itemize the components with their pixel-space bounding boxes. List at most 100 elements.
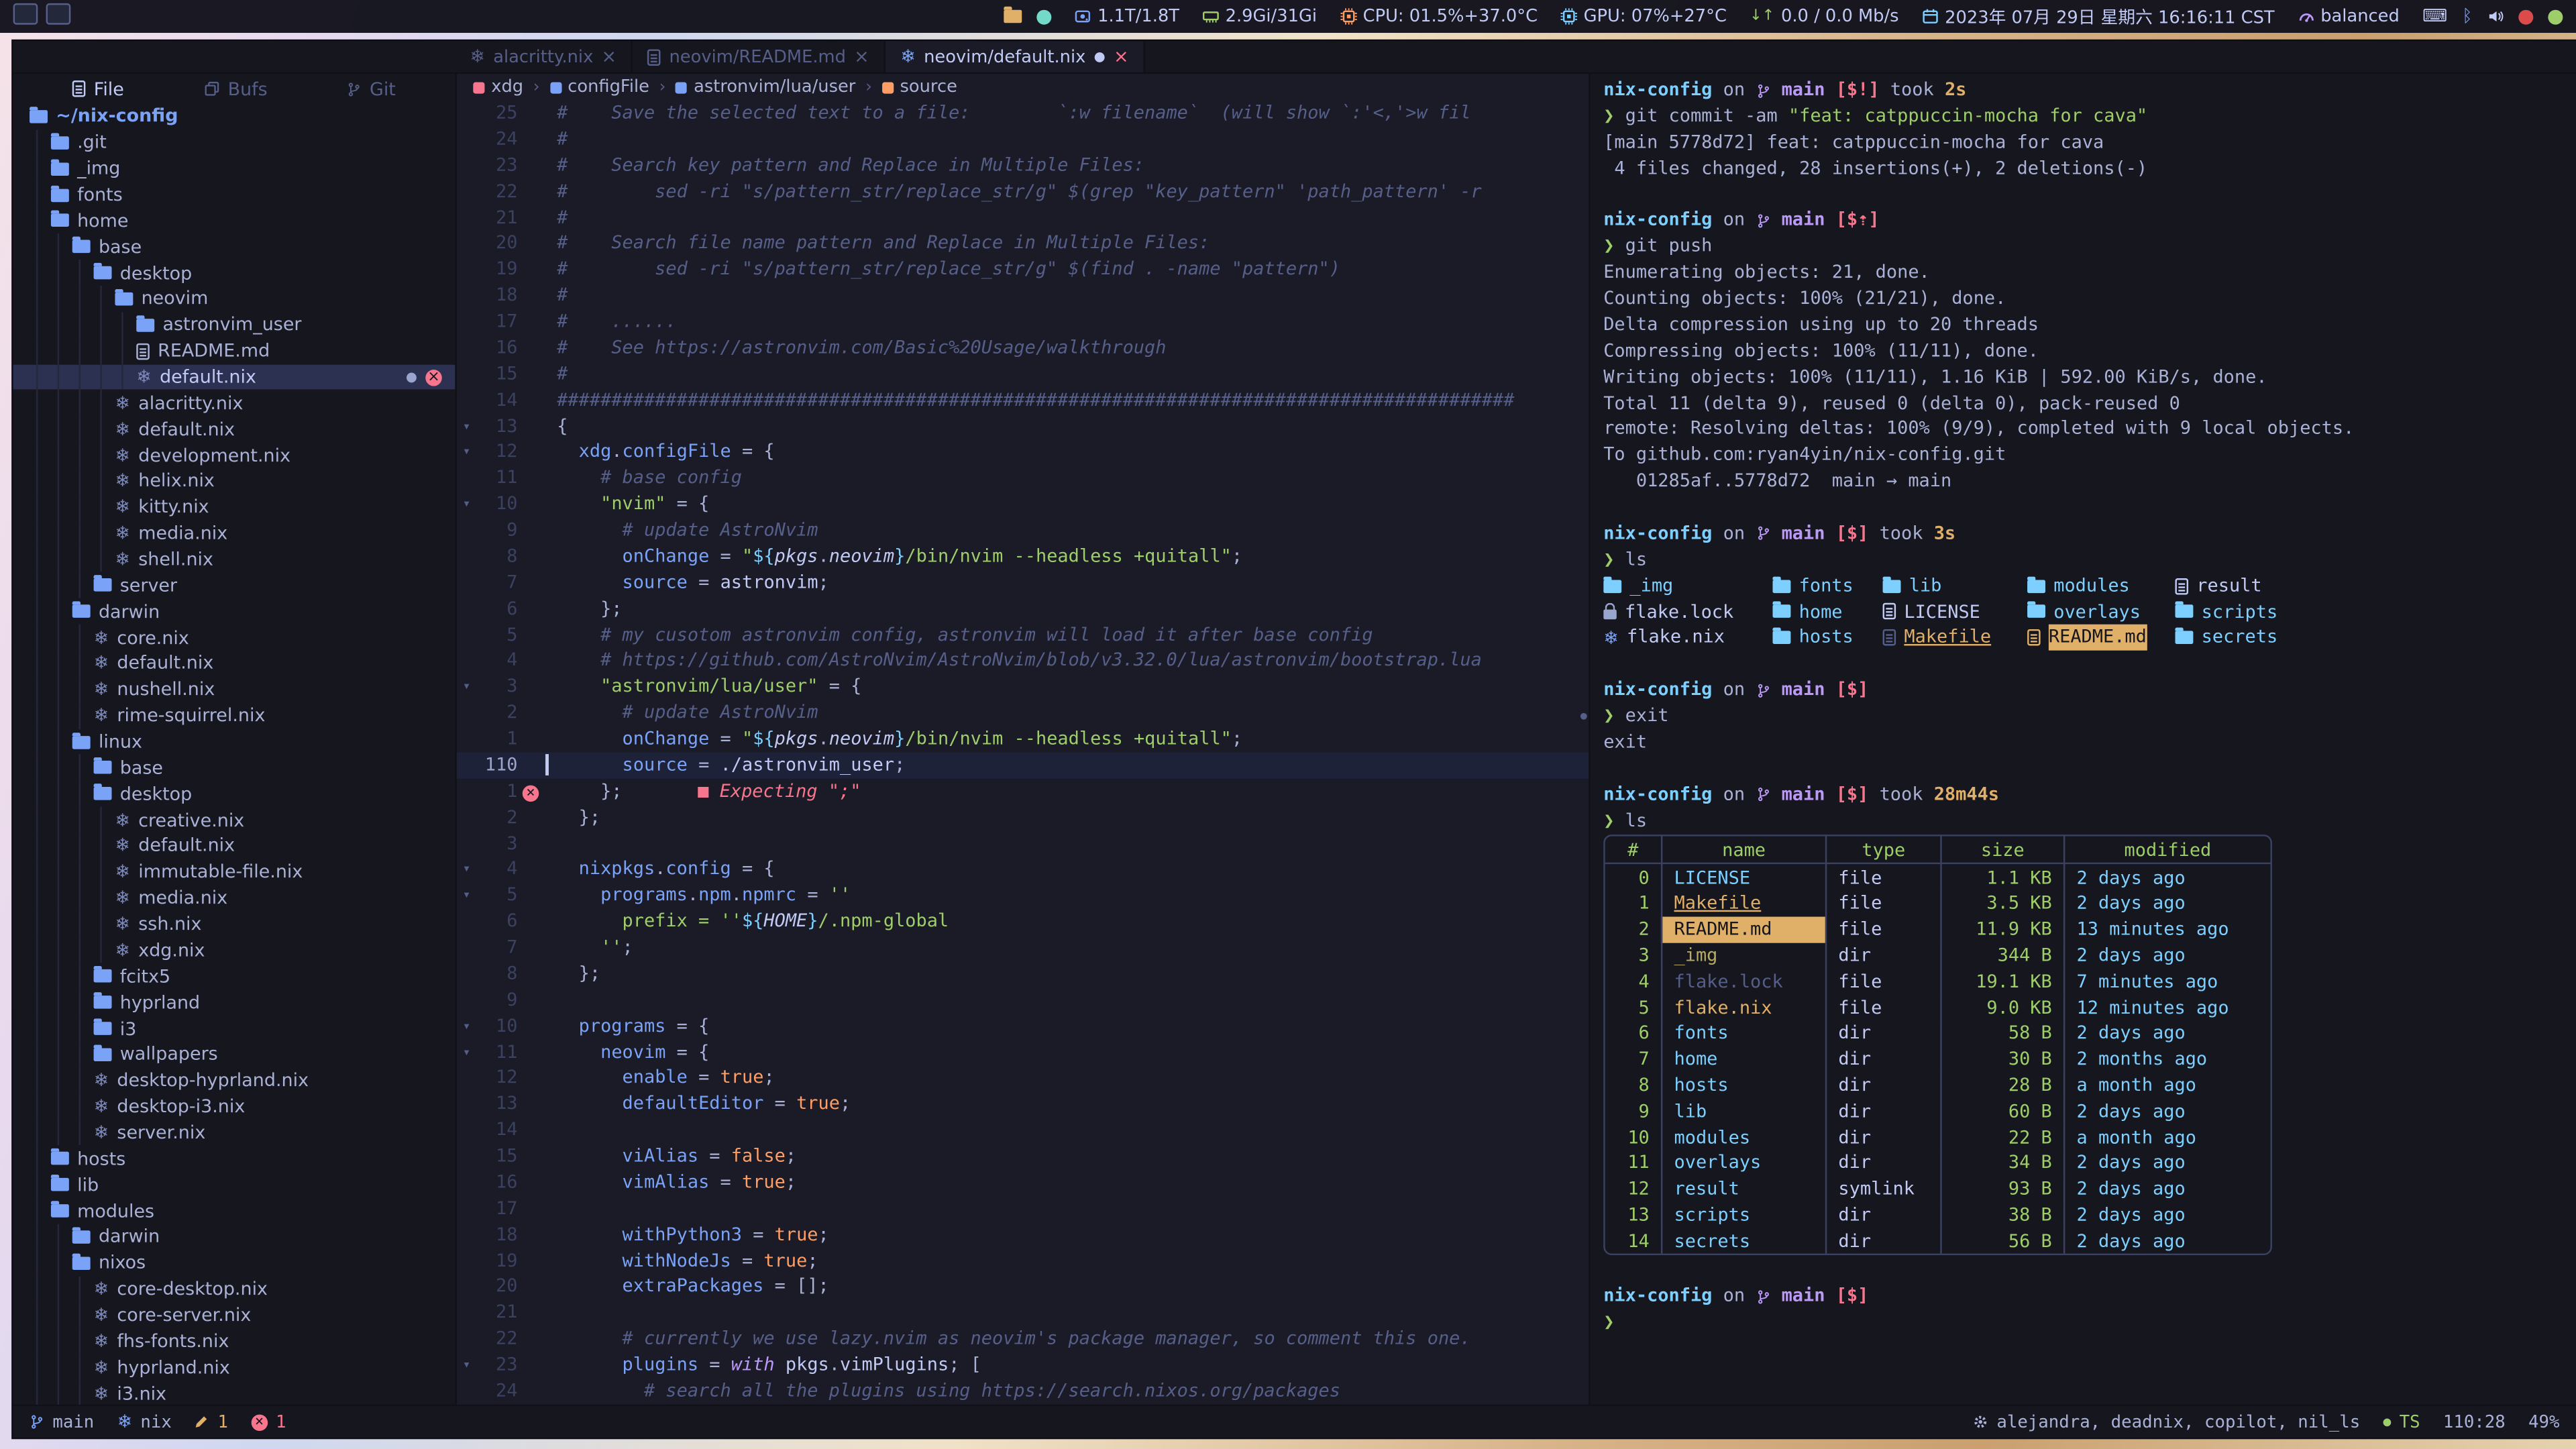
tree-item[interactable]: hyprland [13, 989, 455, 1016]
breadcrumb-item[interactable]: xdg [473, 77, 523, 97]
tree-item[interactable]: hosts [13, 1146, 455, 1172]
tree-item[interactable]: ❄fhs-fonts.nix [13, 1328, 455, 1354]
editor-line[interactable]: 9 # update AstroNvim [457, 517, 1589, 543]
editor-line[interactable]: 5 # my cusotom astronvim config, astronv… [457, 622, 1589, 648]
close-tab-icon[interactable]: × [1114, 46, 1129, 68]
recorder-tray-icon[interactable] [2518, 7, 2533, 26]
editor-line[interactable]: 14######################################… [457, 387, 1589, 413]
tree-item[interactable]: ❄nushell.nix [13, 677, 455, 703]
editor-line[interactable]: ▾12 xdg.configFile = { [457, 439, 1589, 466]
tree-item[interactable]: base [13, 233, 455, 260]
editor-line[interactable]: 6 prefix = ''${HOME}/.npm-global [457, 909, 1589, 935]
explorer-tab-git[interactable]: Git [347, 78, 396, 99]
editor-line[interactable]: ▾5 programs.npm.npmrc = '' [457, 883, 1589, 909]
tree-item[interactable]: ❄desktop-i3.nix [13, 1093, 455, 1120]
tree-item[interactable]: ❄xdg.nix [13, 937, 455, 963]
editor-line[interactable]: 8 }; [457, 961, 1589, 987]
breadcrumb-item[interactable]: source [882, 77, 957, 97]
buffer-tab[interactable]: ❄alacritty.nix× [455, 41, 633, 72]
tree-item[interactable]: ❄default.nix [13, 833, 455, 859]
editor-line[interactable]: 1× };■ Expecting ";" [457, 778, 1589, 804]
fold-marker[interactable]: ▾ [457, 674, 476, 700]
tree-item[interactable]: darwin [13, 1224, 455, 1250]
tree-item[interactable]: nixos [13, 1250, 455, 1276]
tree-item[interactable]: ❄rime-squirrel.nix [13, 703, 455, 729]
tree-item[interactable]: _img [13, 156, 455, 182]
tree-item[interactable]: ❄ssh.nix [13, 911, 455, 937]
tree-item[interactable]: ❄core-desktop.nix [13, 1276, 455, 1302]
editor-line[interactable]: 22# sed -ri "s/pattern_str/replace_str/g… [457, 178, 1589, 205]
breadcrumb-item[interactable]: astronvim/lua/user [676, 77, 855, 97]
editor-line[interactable]: 1 onChange = "${pkgs.neovim}/bin/nvim --… [457, 726, 1589, 752]
tree-item[interactable]: ❄alacritty.nix [13, 390, 455, 417]
tree-item[interactable]: ❄helix.nix [13, 468, 455, 494]
tree-item[interactable]: ❄shell.nix [13, 547, 455, 573]
tree-item[interactable]: fcitx5 [13, 963, 455, 989]
tree-item[interactable]: ❄desktop-hyprland.nix [13, 1067, 455, 1093]
fold-marker[interactable]: ▾ [457, 439, 476, 466]
theme-tray-icon[interactable] [2548, 7, 2563, 26]
tree-item[interactable]: desktop [13, 781, 455, 807]
fold-marker[interactable]: ▾ [457, 857, 476, 883]
editor-scrollbar[interactable] [1578, 100, 1589, 1404]
editor-line[interactable]: 9 [457, 987, 1589, 1013]
tree-item[interactable]: desktop [13, 260, 455, 286]
editor-line[interactable]: ▾23 plugins = with pkgs.vimPlugins; [ [457, 1352, 1589, 1379]
editor-line[interactable]: 17# ...... [457, 309, 1589, 335]
bluetooth-tray-icon[interactable]: ᛒ [2462, 7, 2472, 26]
tree-item[interactable]: ❄media.nix [13, 521, 455, 547]
tree-item[interactable]: ❄kitty.nix [13, 494, 455, 521]
editor-line[interactable]: 19 withNodeJs = true; [457, 1248, 1589, 1274]
editor-line[interactable]: 21 [457, 1300, 1589, 1326]
editor-line[interactable]: 2 # update AstroNvim [457, 700, 1589, 727]
editor-line[interactable]: 20 extraPackages = []; [457, 1274, 1589, 1300]
workspace-2[interactable] [46, 3, 71, 25]
editor-line[interactable]: 20# Search file name pattern and Replace… [457, 231, 1589, 257]
buffer-tab[interactable]: ❄neovim/default.nix●× [885, 41, 1145, 72]
editor-line[interactable]: 15 viAlias = false; [457, 1143, 1589, 1169]
tree-item[interactable]: wallpapers [13, 1042, 455, 1068]
tree-item[interactable]: ❄creative.nix [13, 807, 455, 833]
editor-line[interactable]: 18# [457, 283, 1589, 309]
fold-marker[interactable]: ▾ [457, 1013, 476, 1039]
keyboard-tray-icon[interactable]: ⌨ [2422, 7, 2447, 26]
tree-item[interactable]: ❄i3.nix [13, 1380, 455, 1404]
tree-item[interactable]: .git [13, 129, 455, 156]
editor-line[interactable]: ▾10 programs = { [457, 1013, 1589, 1039]
tree-item[interactable]: ❄default.nix [13, 416, 455, 442]
editor-line[interactable]: 4 # https://github.com/AstroNvim/AstroNv… [457, 648, 1589, 674]
editor-line[interactable]: 13 defaultEditor = true; [457, 1091, 1589, 1118]
tree-item[interactable]: ❄development.nix [13, 442, 455, 468]
editor-line[interactable]: 6 }; [457, 596, 1589, 622]
tree-item[interactable]: darwin [13, 598, 455, 625]
editor-line[interactable]: ▾10 "nvim" = { [457, 492, 1589, 518]
close-tab-icon[interactable]: × [854, 46, 869, 68]
fold-marker[interactable]: ▾ [457, 1039, 476, 1065]
editor-line[interactable]: 14 [457, 1118, 1589, 1144]
explorer-tab-file[interactable]: File [72, 78, 124, 99]
editor-line[interactable]: 25# Save the selected text to a file: `:… [457, 100, 1589, 126]
editor-line[interactable]: 2 }; [457, 804, 1589, 830]
tree-item[interactable]: ❄core-server.nix [13, 1302, 455, 1328]
tree-item[interactable]: ❄server.nix [13, 1120, 455, 1146]
editor-buffer[interactable]: 25# Save the selected text to a file: `:… [457, 100, 1589, 1404]
tree-item[interactable]: ❄default.nix [13, 651, 455, 677]
editor-line[interactable]: 18 withPython3 = true; [457, 1222, 1589, 1248]
editor-line[interactable]: 22 # currently we use lazy.nvim as neovi… [457, 1326, 1589, 1352]
editor-line[interactable]: ▾4 nixpkgs.config = { [457, 857, 1589, 883]
fold-marker[interactable]: ▾ [457, 883, 476, 909]
editor-line[interactable]: 23# Search key pattern and Replace in Mu… [457, 152, 1589, 178]
editor-line[interactable]: 15# [457, 361, 1589, 387]
close-tab-icon[interactable]: × [602, 46, 617, 68]
editor-line[interactable]: 110 source = ./astronvim_user; [457, 752, 1589, 778]
editor-line[interactable]: 16# See https://astronvim.com/Basic%20Us… [457, 335, 1589, 361]
editor-line[interactable]: 19# sed -ri "s/pattern_str/replace_str/g… [457, 257, 1589, 283]
editor-line[interactable]: 8 onChange = "${pkgs.neovim}/bin/nvim --… [457, 543, 1589, 570]
files-tray-icon[interactable] [1004, 7, 1022, 26]
terminal-pane[interactable]: nix-config on main [$!] took 2s❯ git com… [1589, 74, 2576, 1405]
app-tray-icon[interactable] [1037, 7, 1052, 26]
tree-item[interactable]: README.md [13, 338, 455, 364]
tree-item[interactable]: linux [13, 729, 455, 755]
editor-line[interactable]: 17 [457, 1195, 1589, 1222]
volume-tray-icon[interactable] [2487, 7, 2504, 26]
